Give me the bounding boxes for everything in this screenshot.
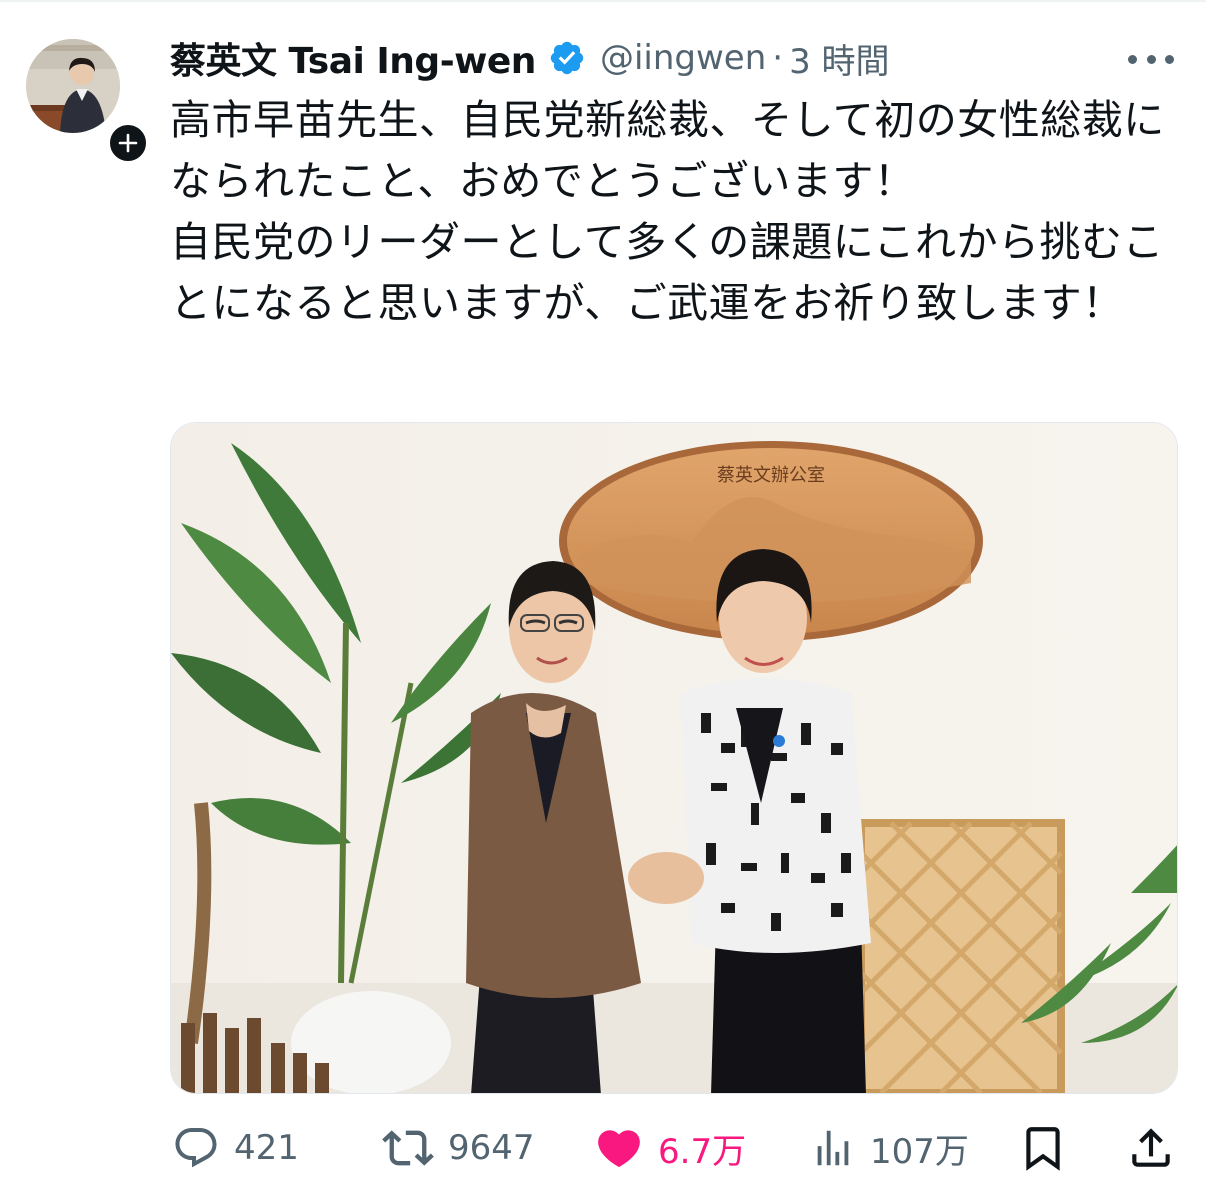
follow-button[interactable]	[106, 121, 150, 165]
like-button[interactable]: 6.7万	[594, 1118, 746, 1178]
tweet-photo[interactable]: 蔡英文辦公室	[170, 422, 1178, 1094]
reply-count: 421	[234, 1128, 299, 1168]
author-display-name[interactable]: 蔡英文 Tsai Ing-wen	[170, 32, 536, 84]
heart-filled-icon	[598, 1130, 640, 1168]
reply-icon	[175, 1128, 217, 1168]
plus-icon	[118, 133, 138, 153]
views-button[interactable]: 107万	[810, 1118, 969, 1178]
more-dot	[1128, 54, 1137, 64]
lattice-panel	[857, 819, 1065, 1093]
tweet-text: 高市早苗先生、自民党新総裁、そして初の女性総裁になられたこと、おめでとうございま…	[170, 96, 1165, 327]
avatar-photo	[26, 39, 120, 133]
reply-button[interactable]: 421	[172, 1118, 299, 1178]
avatar[interactable]	[26, 39, 120, 133]
tweet-header: 蔡英文 Tsai Ing-wen @iingwen · 3 時間	[170, 30, 890, 86]
more-options-icon[interactable]	[1128, 44, 1174, 74]
author-handle[interactable]: @iingwen	[600, 38, 766, 78]
more-dot	[1146, 54, 1156, 64]
like-count: 6.7万	[658, 1131, 747, 1172]
tweet-timestamp[interactable]: 3 時間	[789, 34, 889, 83]
views-icon	[817, 1130, 849, 1166]
retweet-icon	[382, 1130, 434, 1166]
verified-badge-icon	[550, 41, 584, 75]
top-divider	[0, 0, 1206, 2]
photo-illustration: 蔡英文辦公室	[171, 423, 1177, 1093]
more-dot	[1165, 54, 1174, 64]
handshake	[628, 852, 704, 904]
views-count: 107万	[870, 1131, 969, 1172]
header-separator: ·	[772, 38, 784, 78]
author-avatar-group	[26, 39, 150, 165]
share-icon	[1132, 1128, 1170, 1167]
bookmark-icon	[1026, 1127, 1060, 1171]
tweet-actions: 421 9647 6.7万 107万	[170, 1118, 1180, 1178]
share-button[interactable]	[1126, 1118, 1176, 1178]
plaque-text: 蔡英文辦公室	[717, 465, 825, 486]
retweet-count: 9647	[448, 1128, 535, 1168]
bookmark-button[interactable]	[1018, 1118, 1068, 1178]
retweet-button[interactable]: 9647	[382, 1118, 535, 1178]
